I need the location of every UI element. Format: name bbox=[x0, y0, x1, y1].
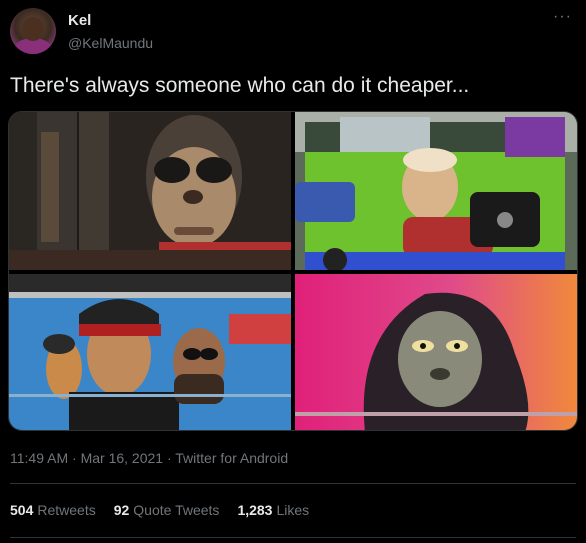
blue-matatu-rappers-mural-icon bbox=[9, 274, 291, 430]
media-image-1[interactable] bbox=[9, 112, 291, 270]
meta-separator: · bbox=[68, 450, 81, 466]
likes-label: Likes bbox=[276, 502, 310, 518]
tweet-meta: 11:49 AM · Mar 16, 2021 · Twitter for An… bbox=[10, 450, 288, 466]
likes-count: 1,283 bbox=[237, 502, 273, 518]
quote-tweets-stat[interactable]: 92 Quote Tweets bbox=[114, 502, 220, 518]
divider bbox=[10, 537, 576, 538]
media-image-3[interactable] bbox=[9, 274, 291, 430]
media-grid bbox=[8, 111, 578, 431]
tweet-stats: 504 Retweets 92 Quote Tweets 1,283 Likes bbox=[10, 502, 309, 518]
tweet-date[interactable]: Mar 16, 2021 bbox=[81, 450, 164, 466]
pink-matatu-portrait-mural-icon bbox=[295, 274, 577, 430]
author-handle[interactable]: @KelMaundu bbox=[68, 35, 153, 51]
retweets-stat[interactable]: 504 Retweets bbox=[10, 502, 96, 518]
bus-mural-sunglasses-icon bbox=[9, 112, 291, 270]
likes-stat[interactable]: 1,283 Likes bbox=[237, 502, 309, 518]
author-name[interactable]: Kel bbox=[68, 12, 91, 29]
avatar-face bbox=[22, 17, 44, 41]
retweets-label: Retweets bbox=[37, 502, 96, 518]
media-image-2[interactable] bbox=[295, 112, 577, 270]
tweet-text: There's always someone who can do it che… bbox=[10, 74, 470, 97]
retweets-count: 504 bbox=[10, 502, 34, 518]
media-image-4[interactable] bbox=[295, 274, 577, 430]
tweet-header: Kel @KelMaundu ··· bbox=[10, 8, 576, 58]
tweet-time[interactable]: 11:49 AM bbox=[10, 450, 68, 466]
avatar[interactable] bbox=[10, 8, 56, 54]
more-options-icon[interactable]: ··· bbox=[553, 8, 572, 26]
quotes-count: 92 bbox=[113, 502, 130, 518]
quotes-label: Quote Tweets bbox=[133, 502, 220, 518]
meta-separator: · bbox=[163, 450, 176, 466]
tweet-source[interactable]: Twitter for Android bbox=[175, 450, 288, 466]
green-matatu-mural-icon bbox=[295, 112, 577, 270]
divider bbox=[10, 483, 576, 484]
